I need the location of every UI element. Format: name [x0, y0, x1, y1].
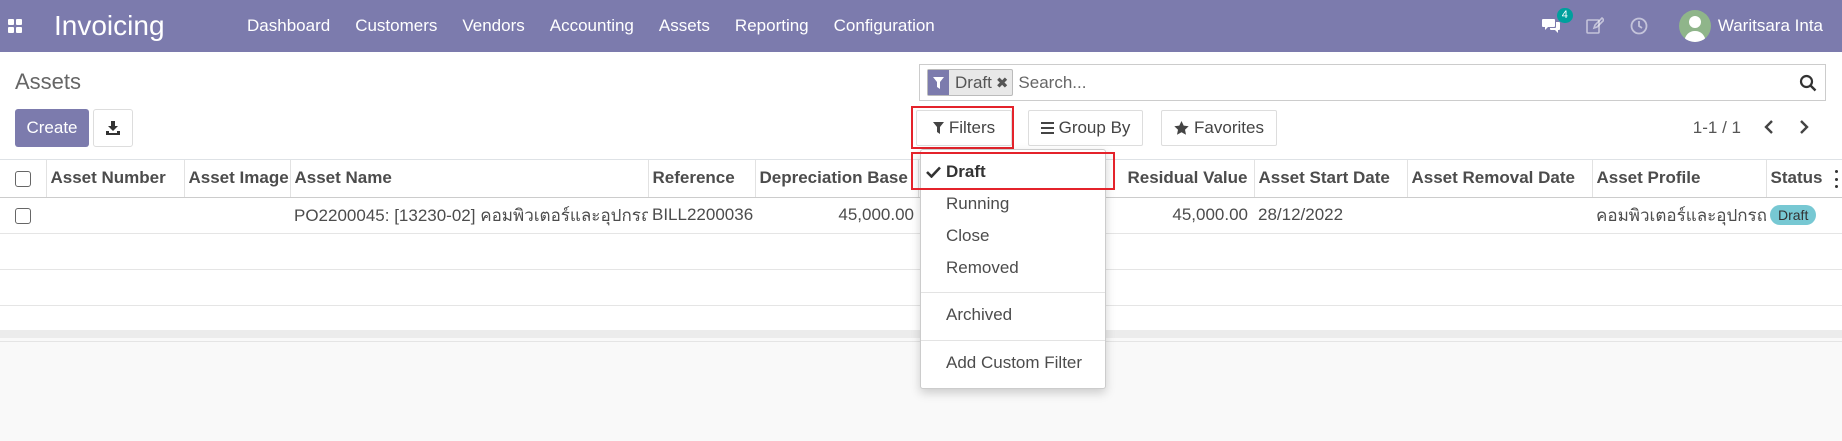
cell-asset-name[interactable]: PO2200045: [13230-02] คอมพิวเตอร์และอุปก… — [290, 197, 648, 234]
edit-icon[interactable] — [1583, 14, 1607, 38]
favorites-button[interactable]: Favorites — [1161, 110, 1277, 146]
filter-option-close[interactable]: Close — [921, 222, 1105, 250]
column-header[interactable]: Asset Removal Date — [1407, 160, 1593, 198]
menu-item-assets[interactable]: Assets — [646, 16, 722, 36]
menu-item-dashboard[interactable]: Dashboard — [235, 16, 343, 36]
star-icon — [1174, 121, 1189, 135]
filters-highlight — [911, 106, 1014, 149]
control-panel: Assets Create Draft ✖ Filters Group By F… — [0, 52, 1842, 160]
cell-asset-number[interactable] — [46, 197, 184, 234]
draft-option-highlight — [911, 152, 1115, 190]
filter-option-archived[interactable]: Archived — [921, 301, 1105, 329]
download-button[interactable] — [93, 109, 133, 147]
column-header[interactable]: Asset Number — [46, 160, 185, 198]
filter-option-running[interactable]: Running — [921, 190, 1105, 218]
filter-icon — [928, 70, 949, 95]
facet-value: Draft — [955, 72, 992, 92]
navbar-right: 4 Waritsara Inta — [1539, 0, 1842, 52]
search-bar: Draft ✖ — [919, 64, 1826, 101]
top-navbar: Invoicing Dashboard Customers Vendors Ac… — [0, 0, 1842, 52]
create-button[interactable]: Create — [15, 109, 89, 147]
user-name: Waritsara Inta — [1717, 16, 1823, 35]
column-header[interactable]: Depreciation Base — [755, 160, 919, 198]
favorites-label: Favorites — [1194, 118, 1264, 137]
search-input[interactable] — [1018, 72, 1825, 93]
menu-item-accounting[interactable]: Accounting — [537, 16, 646, 36]
main-menu: Dashboard Customers Vendors Accounting A… — [235, 16, 948, 36]
cell-depreciation-base[interactable]: 45,000.00 — [755, 197, 918, 234]
cell-asset-image[interactable] — [184, 197, 290, 234]
select-all-header[interactable] — [0, 160, 47, 198]
optional-columns-icon[interactable] — [1833, 170, 1839, 188]
clock-icon[interactable] — [1627, 14, 1651, 38]
avatar — [1678, 10, 1711, 42]
menu-item-vendors[interactable]: Vendors — [450, 16, 537, 36]
status-header-label: Status — [1770, 168, 1823, 188]
cell-status[interactable]: Draft — [1766, 197, 1842, 234]
chat-icon[interactable]: 4 — [1539, 8, 1573, 38]
menu-item-customers[interactable]: Customers — [343, 16, 450, 36]
row-select-cell[interactable] — [0, 197, 46, 234]
menu-item-reporting[interactable]: Reporting — [722, 16, 821, 36]
chevron-right-icon — [1800, 120, 1809, 134]
pager-next-button[interactable] — [1792, 115, 1816, 139]
facet-remove-icon[interactable]: ✖ — [996, 74, 1013, 92]
select-all-checkbox[interactable] — [14, 170, 31, 187]
column-header[interactable]: Status — [1766, 160, 1842, 198]
bars-icon — [1040, 122, 1054, 134]
search-facet-draft: Draft ✖ — [927, 69, 1014, 96]
chevron-left-icon — [1764, 120, 1773, 134]
menu-item-configuration[interactable]: Configuration — [821, 16, 947, 36]
column-header[interactable]: Asset Image — [184, 160, 291, 198]
download-icon — [106, 121, 120, 135]
column-header[interactable]: Asset Profile — [1592, 160, 1767, 198]
cell-removal-date[interactable] — [1407, 197, 1592, 234]
app-title[interactable]: Invoicing — [54, 10, 165, 42]
chat-badge: 4 — [1556, 8, 1573, 23]
status-badge: Draft — [1770, 205, 1817, 225]
apps-menu-icon[interactable] — [8, 19, 23, 33]
user-menu[interactable]: Waritsara Inta — [1678, 10, 1823, 42]
filter-option-removed[interactable]: Removed — [921, 254, 1105, 282]
add-custom-filter[interactable]: Add Custom Filter — [921, 349, 1105, 377]
group-by-button[interactable]: Group By — [1028, 110, 1143, 146]
column-header[interactable]: Reference — [648, 160, 756, 198]
cell-reference[interactable]: BILL2200036 — [648, 197, 755, 234]
page-title: Assets — [15, 69, 82, 94]
pager-previous-button[interactable] — [1757, 115, 1781, 139]
row-checkbox[interactable] — [15, 207, 31, 224]
column-header[interactable]: Asset Name — [290, 160, 649, 198]
cell-asset-profile[interactable]: คอมพิวเตอร์และอุปกรณ์ — [1592, 197, 1766, 234]
search-icon[interactable] — [1799, 74, 1817, 92]
group-by-label: Group By — [1058, 118, 1131, 137]
column-header[interactable]: Asset Start Date — [1254, 160, 1408, 198]
dropdown-divider — [921, 340, 1105, 341]
cell-start-date[interactable]: 28/12/2022 — [1254, 197, 1407, 234]
pager-value[interactable]: 1-1 / 1 — [1693, 118, 1741, 138]
dropdown-divider — [921, 292, 1105, 293]
